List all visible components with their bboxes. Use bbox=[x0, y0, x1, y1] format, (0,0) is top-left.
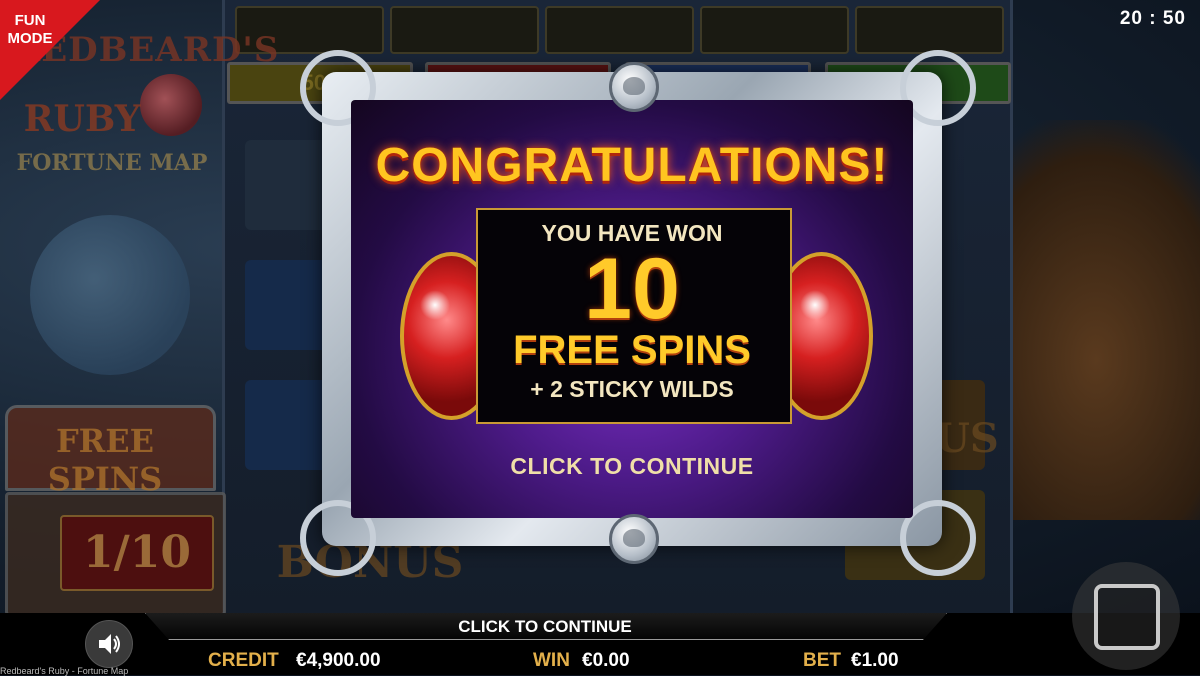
reel-header bbox=[390, 6, 539, 54]
reel-header bbox=[855, 6, 1004, 54]
credit-label: CREDIT bbox=[208, 650, 279, 671]
fun-mode-text: FUN MODE bbox=[7, 12, 53, 47]
win-value: €0.00 bbox=[582, 650, 630, 671]
bet-value: €1.00 bbox=[851, 650, 899, 671]
free-spins-count: 10 bbox=[584, 241, 680, 337]
logo-tagline: FORTUNE MAP bbox=[16, 150, 208, 176]
gem-sparkle bbox=[420, 290, 450, 320]
free-spins-chest: FREE SPINS 1/10 bbox=[5, 400, 226, 616]
spin-counter-text: 1/10 bbox=[83, 527, 191, 578]
bet-label: BET bbox=[803, 650, 841, 671]
clock: 20 : 50 bbox=[1119, 8, 1186, 29]
free-spins-label: FREE SPINS bbox=[513, 328, 751, 372]
sticky-wilds-label: + 2 STICKY WILDS bbox=[530, 376, 734, 402]
continue-strip-label[interactable]: CLICK TO CONTINUE bbox=[145, 617, 945, 637]
spin-counter: 1/10 bbox=[60, 515, 214, 591]
moon-decoration bbox=[30, 215, 190, 375]
skull-emblem-icon bbox=[609, 514, 659, 564]
credit-value: €4,900.00 bbox=[296, 650, 381, 671]
logo-subtitle: RUBY bbox=[23, 98, 141, 140]
skull-emblem-icon bbox=[609, 62, 659, 112]
win-label: WIN bbox=[533, 650, 570, 671]
dialog-title: CONGRATULATIONS! bbox=[375, 139, 889, 192]
bonus-symbol: US bbox=[935, 415, 999, 462]
continue-button[interactable]: CLICK TO CONTINUE bbox=[351, 453, 913, 480]
reel-header bbox=[700, 6, 849, 54]
stop-button[interactable] bbox=[1072, 562, 1180, 670]
speaker-icon bbox=[99, 634, 120, 654]
chest-label: FREE SPINS bbox=[47, 422, 163, 498]
gem-sparkle bbox=[800, 290, 830, 320]
reel-header bbox=[545, 6, 694, 54]
sound-button[interactable] bbox=[85, 620, 133, 668]
stop-square-icon bbox=[1094, 584, 1160, 650]
